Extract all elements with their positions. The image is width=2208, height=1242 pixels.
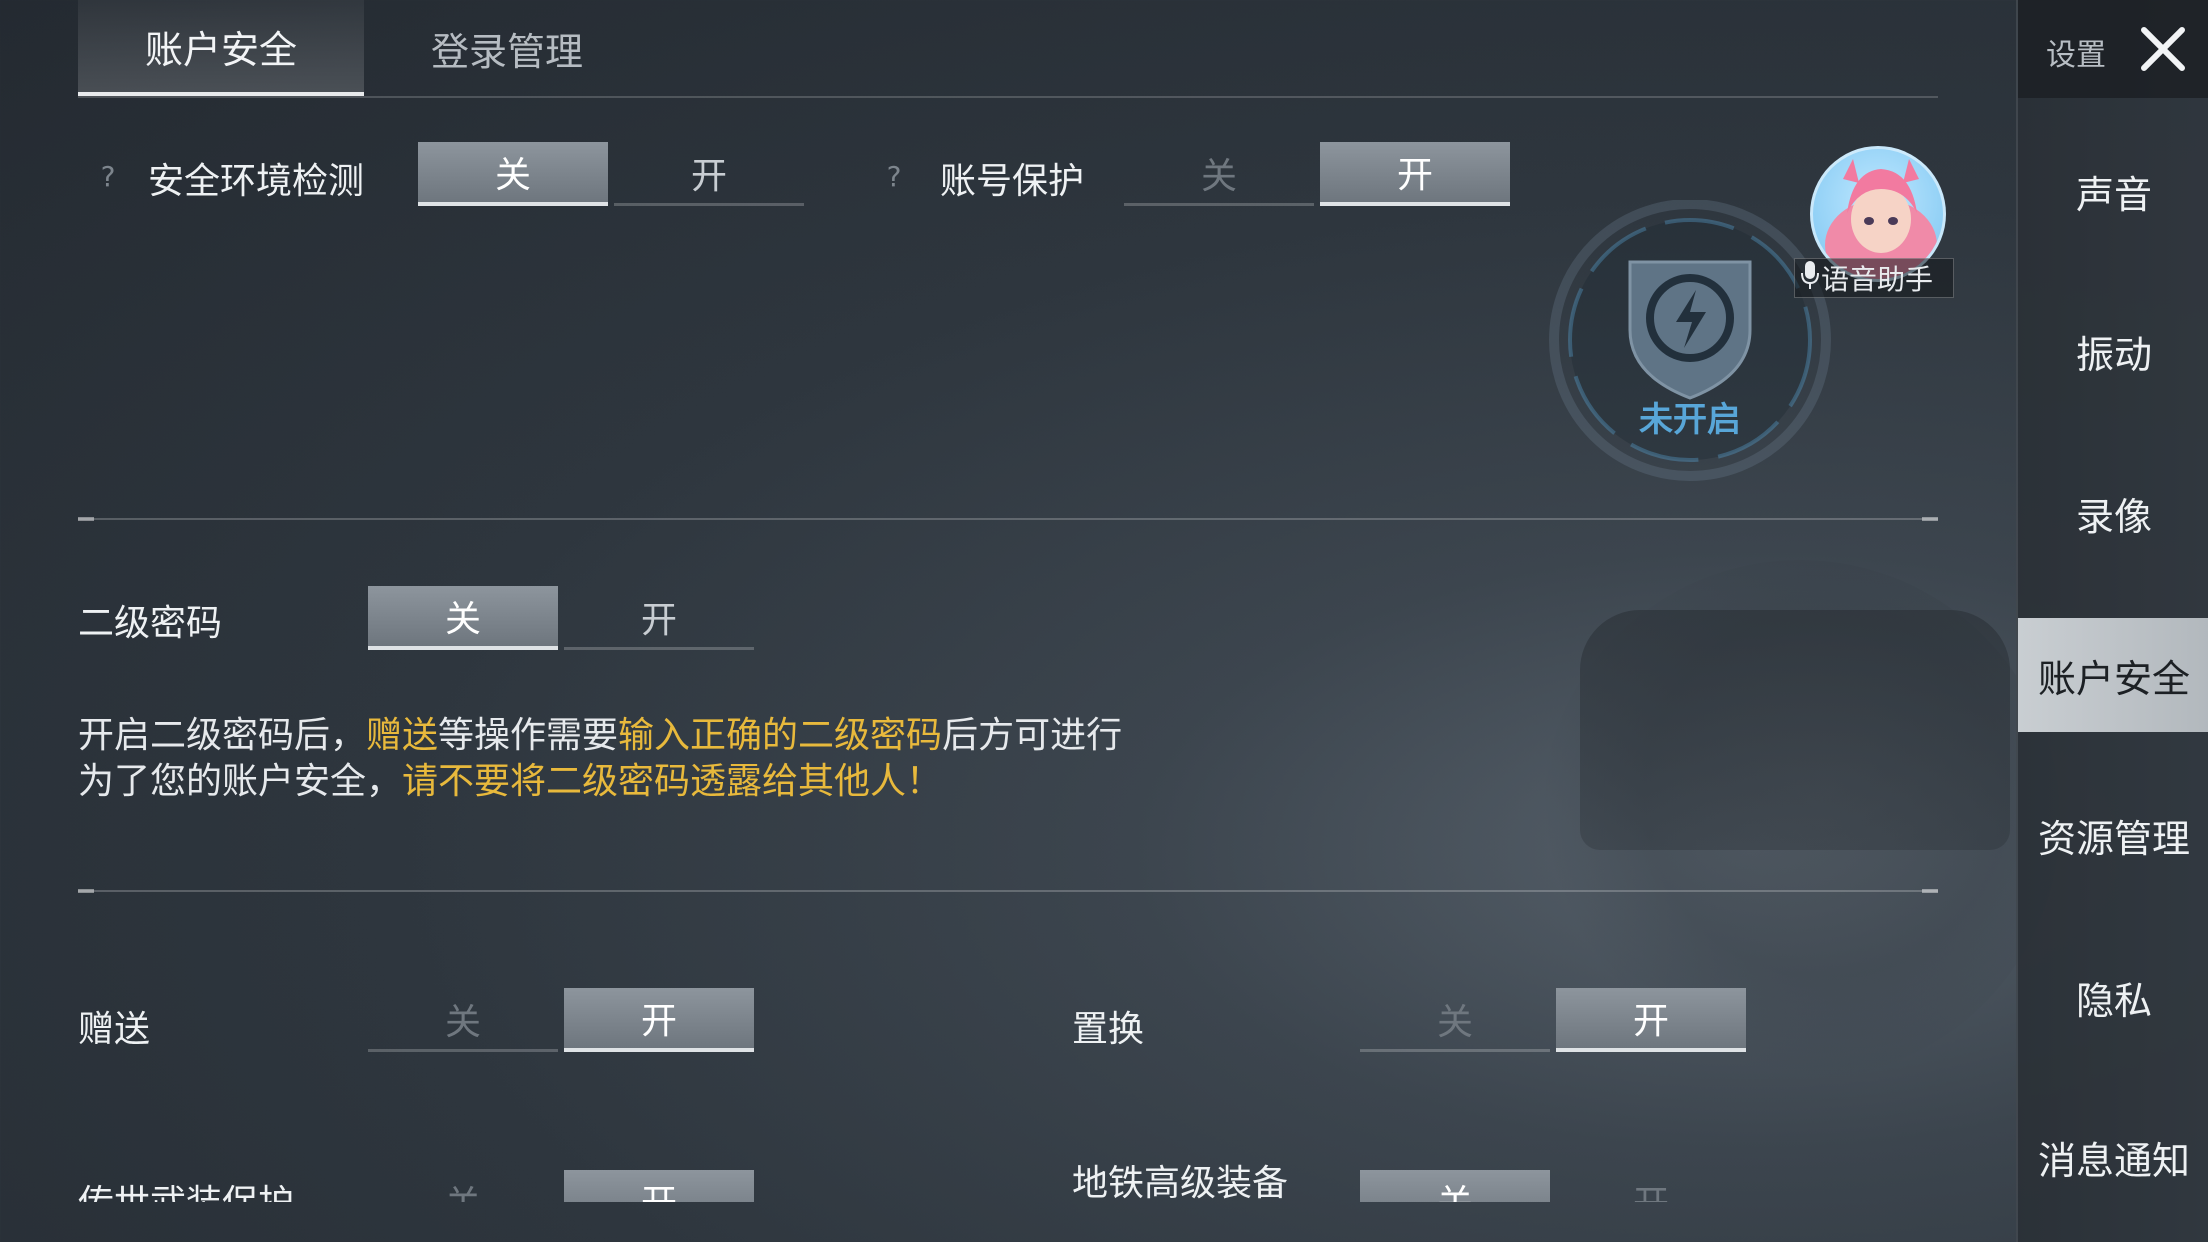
protection-status-text: 未开启 [1639, 400, 1741, 440]
section-divider [78, 517, 1938, 521]
sidebar-item-recording[interactable]: 录像 [2018, 456, 2208, 570]
gift-off-button[interactable]: 关 [368, 988, 558, 1052]
legend-weapon-off-button[interactable]: 关 [368, 1170, 558, 1203]
sidebar-header: 设置 [2018, 0, 2208, 98]
metro-gear-label: 地铁高级装备 [1072, 1163, 1289, 1202]
second-password-toggle: 关 开 [368, 586, 754, 650]
exchange-on-button[interactable]: 开 [1556, 988, 1746, 1052]
second-password-notice-line1: 开启二级密码后，赠送等操作需要输入正确的二级密码后方可进行 [78, 715, 1123, 756]
account-protect-toggle: 关 开 [1124, 142, 1510, 206]
gift-toggle: 关 开 [368, 988, 754, 1052]
settings-main-panel: 账户安全 登录管理 ? 安全环境检测 关 开 ? 账号保护 关 开 未开启 语音… [0, 0, 2016, 1242]
account-protect-label: 账号保护 [940, 161, 1085, 202]
exchange-toggle: 关 开 [1360, 988, 1746, 1052]
security-check-off-button[interactable]: 关 [418, 142, 608, 206]
tab-login-management[interactable]: 登录管理 [364, 0, 650, 96]
clipped-settings-row: 传世武装保护 关 开 地铁高级装备 关 开 [0, 1110, 2016, 1202]
protection-status-badge: 未开启 [1540, 199, 1840, 500]
gift-label: 赠送 [78, 1009, 151, 1050]
sidebar-item-privacy[interactable]: 隐私 [2018, 940, 2208, 1054]
second-password-on-button[interactable]: 开 [564, 586, 754, 650]
settings-sidebar: 设置 声音 振动 录像 账户安全 资源管理 隐私 消息通知 [2016, 0, 2208, 1242]
security-check-on-button[interactable]: 开 [614, 142, 804, 206]
tab-account-security[interactable]: 账户安全 [78, 0, 364, 96]
second-password-notice-line2: 为了您的账户安全，请不要将二级密码透露给其他人！ [78, 761, 943, 802]
settings-title: 设置 [2046, 38, 2106, 73]
sidebar-item-notifications[interactable]: 消息通知 [2018, 1100, 2208, 1214]
voice-assistant-button[interactable]: 语音助手 [1794, 258, 1954, 298]
metro-gear-toggle: 关 开 [1360, 1170, 1746, 1202]
metro-gear-on-button[interactable]: 开 [1556, 1170, 1746, 1203]
sidebar-item-resource-management[interactable]: 资源管理 [2018, 778, 2208, 892]
legend-weapon-toggle: 关 开 [368, 1170, 754, 1202]
sidebar-item-sound[interactable]: 声音 [2018, 134, 2208, 248]
second-password-off-button[interactable]: 关 [368, 586, 558, 650]
legend-weapon-label: 传世武装保护 [78, 1174, 294, 1202]
account-protect-off-button[interactable]: 关 [1124, 142, 1314, 206]
exchange-off-button[interactable]: 关 [1360, 988, 1550, 1052]
second-password-label: 二级密码 [78, 603, 223, 644]
account-protect-on-button[interactable]: 开 [1320, 142, 1510, 206]
gift-on-button[interactable]: 开 [564, 988, 754, 1052]
voice-assistant-label: 语音助手 [1821, 263, 1934, 296]
legend-weapon-on-button[interactable]: 开 [564, 1170, 754, 1202]
microphone-icon [1799, 259, 1821, 298]
metro-gear-off-button[interactable]: 关 [1360, 1170, 1550, 1202]
section-divider [78, 889, 1938, 893]
exchange-label: 置换 [1072, 1009, 1145, 1050]
sidebar-item-vibration[interactable]: 振动 [2018, 294, 2208, 408]
sidebar-item-account-security[interactable]: 账户安全 [2018, 618, 2208, 732]
security-check-toggle: 关 开 [418, 142, 804, 206]
account-protect-help-icon[interactable]: ? [874, 156, 914, 196]
security-check-label: 安全环境检测 [148, 161, 365, 202]
tab-bar: 账户安全 登录管理 [78, 0, 1938, 98]
close-icon[interactable] [2136, 22, 2190, 76]
shield-icon [1549, 199, 1831, 481]
security-check-help-icon[interactable]: ? [88, 156, 128, 196]
